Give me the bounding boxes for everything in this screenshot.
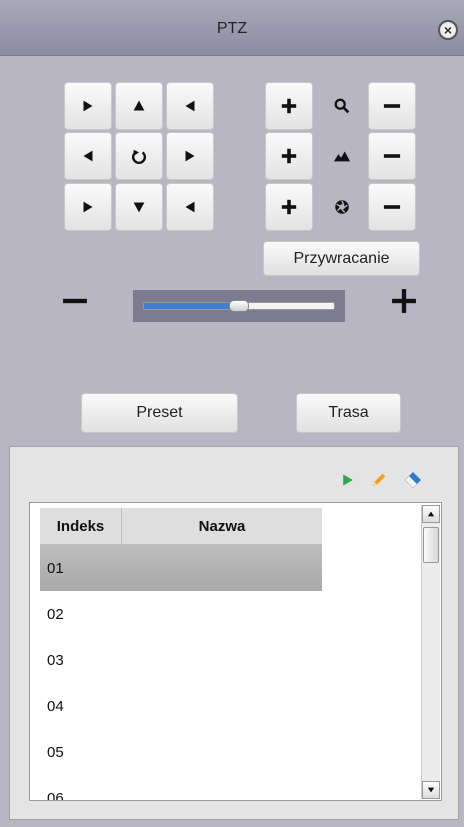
tab-preset-label: Preset	[136, 404, 183, 421]
row-index: 06	[47, 789, 64, 801]
chevron-down-icon	[427, 787, 435, 793]
iris-close-button[interactable]	[368, 183, 416, 231]
row-index: 05	[47, 743, 64, 761]
speed-slider-track[interactable]	[143, 300, 335, 312]
pan-right-button[interactable]	[166, 132, 214, 180]
focus-in-button[interactable]	[265, 132, 313, 180]
speed-slider-fill	[144, 303, 239, 309]
delete-button[interactable]	[397, 469, 429, 491]
close-button[interactable]: ×	[438, 20, 458, 40]
auto-rotate-button[interactable]	[115, 132, 163, 180]
window-title: PTZ	[216, 20, 248, 37]
table-row[interactable]: 03	[40, 637, 415, 683]
preset-toolbar	[335, 469, 429, 491]
pan-up-left-button[interactable]	[64, 82, 112, 130]
speed-decrease-button[interactable]	[62, 286, 88, 320]
reset-label: Przywracanie	[293, 249, 390, 267]
plus-icon	[281, 98, 297, 114]
table-header: Indeks Nazwa	[40, 508, 322, 545]
reset-button[interactable]: Przywracanie	[263, 241, 420, 276]
tilt-up-button[interactable]	[115, 82, 163, 130]
speed-slider-thumb[interactable]	[229, 300, 249, 312]
minus-icon	[383, 104, 401, 108]
arrow-up-left-icon	[83, 100, 93, 112]
plus-icon	[281, 148, 297, 164]
scrollbar-thumb[interactable]	[423, 527, 439, 563]
arrow-up-icon	[133, 100, 145, 111]
eraser-icon	[404, 472, 421, 489]
plus-icon	[281, 199, 297, 215]
tilt-down-button[interactable]	[115, 183, 163, 231]
table-body: 01 02 03 04 05 06	[40, 545, 415, 801]
pencil-icon	[372, 473, 386, 487]
close-icon: ×	[443, 22, 453, 38]
play-icon	[343, 474, 353, 486]
speed-increase-button[interactable]	[391, 286, 417, 320]
column-header-name[interactable]: Nazwa	[122, 508, 322, 544]
scroll-up-button[interactable]	[422, 505, 440, 523]
pan-up-right-button[interactable]	[166, 82, 214, 130]
table-scrollbar[interactable]	[421, 505, 440, 799]
table-row[interactable]: 06	[40, 775, 415, 801]
arrow-down-left-icon	[83, 201, 93, 213]
focus-out-button[interactable]	[368, 132, 416, 180]
arrow-right-icon	[185, 150, 195, 162]
arrow-down-icon	[133, 202, 145, 213]
arrow-up-right-icon	[185, 100, 195, 112]
table-row[interactable]: 04	[40, 683, 415, 729]
preset-table: Indeks Nazwa 01 02 03 04 05 06	[29, 502, 442, 801]
plus-icon	[392, 289, 416, 313]
minus-icon	[383, 205, 401, 209]
magnifier-icon	[332, 96, 352, 116]
edit-button[interactable]	[361, 469, 397, 491]
row-index: 04	[47, 697, 64, 715]
arrow-down-right-icon	[185, 201, 195, 213]
mountain-icon	[332, 146, 352, 166]
pan-down-right-button[interactable]	[166, 183, 214, 231]
pan-down-left-button[interactable]	[64, 183, 112, 231]
tab-preset[interactable]: Preset	[81, 393, 238, 433]
title-bar: PTZ ×	[0, 0, 464, 56]
minus-icon	[63, 298, 87, 304]
play-button[interactable]	[335, 469, 361, 491]
zoom-in-button[interactable]	[265, 82, 313, 130]
rotate-icon	[132, 149, 146, 164]
minus-icon	[383, 154, 401, 158]
row-index: 01	[47, 559, 64, 577]
aperture-icon	[332, 197, 352, 217]
tab-trasa[interactable]: Trasa	[296, 393, 401, 433]
tab-trasa-label: Trasa	[328, 404, 369, 421]
speed-slider[interactable]	[133, 290, 345, 322]
pan-left-button[interactable]	[64, 132, 112, 180]
zoom-out-button[interactable]	[368, 82, 416, 130]
iris-open-button[interactable]	[265, 183, 313, 231]
table-row[interactable]: 01	[40, 545, 415, 591]
table-row[interactable]: 05	[40, 729, 415, 775]
row-index: 02	[47, 605, 64, 623]
table-row[interactable]: 02	[40, 591, 415, 637]
arrow-left-icon	[83, 150, 93, 162]
scroll-down-button[interactable]	[422, 781, 440, 799]
chevron-up-icon	[427, 511, 435, 517]
column-header-index[interactable]: Indeks	[40, 508, 122, 544]
row-index: 03	[47, 651, 64, 669]
